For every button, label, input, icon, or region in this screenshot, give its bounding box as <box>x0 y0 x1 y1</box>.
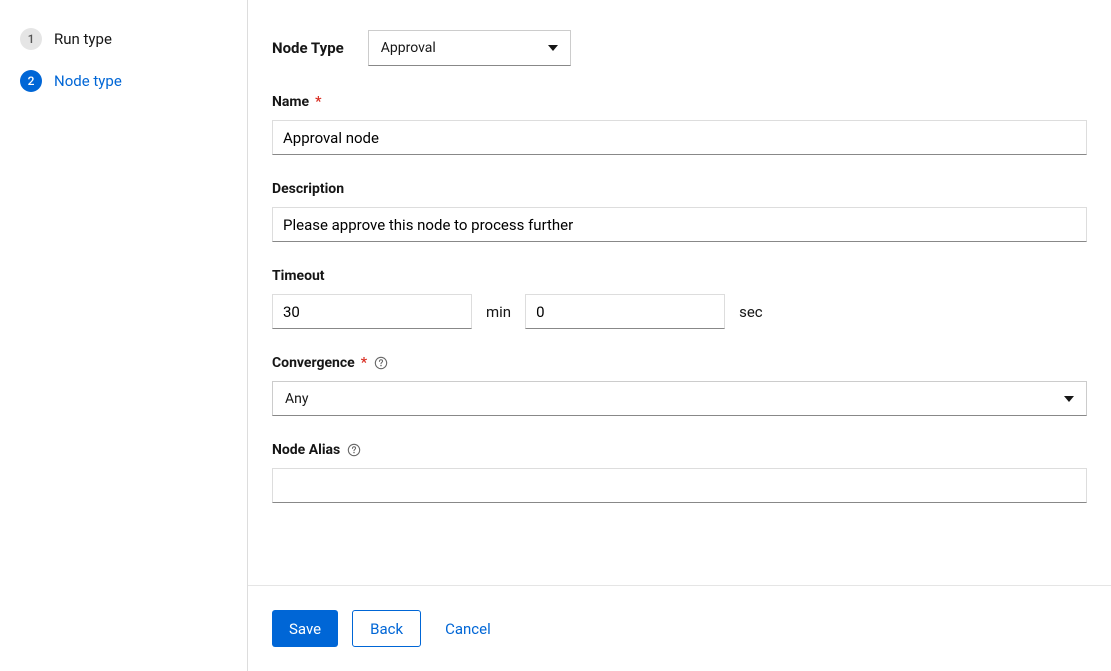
name-input[interactable] <box>272 120 1087 155</box>
description-input[interactable] <box>272 207 1087 242</box>
timeout-sec-unit: sec <box>739 303 763 321</box>
form-area: Node Type Approval Name * Description <box>248 0 1111 585</box>
timeout-min-input[interactable] <box>272 294 472 329</box>
wizard-step-node-type[interactable]: 2 Node type <box>20 70 227 92</box>
timeout-min-unit: min <box>486 303 511 321</box>
node-alias-input[interactable] <box>272 468 1087 503</box>
timeout-label: Timeout <box>272 268 325 284</box>
main-panel: Node Type Approval Name * Description <box>247 0 1111 671</box>
description-label: Description <box>272 181 344 197</box>
required-indicator: * <box>361 355 367 371</box>
node-alias-label: Node Alias <box>272 442 340 458</box>
node-type-value: Approval <box>381 40 436 56</box>
help-icon[interactable] <box>346 443 361 458</box>
required-indicator: * <box>315 94 321 110</box>
convergence-select[interactable]: Any <box>272 381 1087 416</box>
convergence-label: Convergence <box>272 355 355 371</box>
caret-down-icon <box>548 45 558 51</box>
wizard-step-run-type[interactable]: 1 Run type <box>20 28 227 50</box>
convergence-value: Any <box>285 391 309 407</box>
footer-actions: Save Back Cancel <box>248 585 1111 671</box>
name-label: Name <box>272 94 309 110</box>
step-number-badge: 2 <box>20 70 42 92</box>
step-label: Node type <box>54 72 122 90</box>
cancel-button[interactable]: Cancel <box>435 610 501 647</box>
node-type-label: Node Type <box>272 39 344 57</box>
back-button[interactable]: Back <box>352 610 421 647</box>
help-icon[interactable] <box>373 356 388 371</box>
step-label: Run type <box>54 30 112 48</box>
node-type-select[interactable]: Approval <box>368 30 571 66</box>
step-number-badge: 1 <box>20 28 42 50</box>
wizard-sidebar: 1 Run type 2 Node type <box>0 0 247 671</box>
caret-down-icon <box>1064 396 1074 402</box>
save-button[interactable]: Save <box>272 610 338 647</box>
timeout-sec-input[interactable] <box>525 294 725 329</box>
